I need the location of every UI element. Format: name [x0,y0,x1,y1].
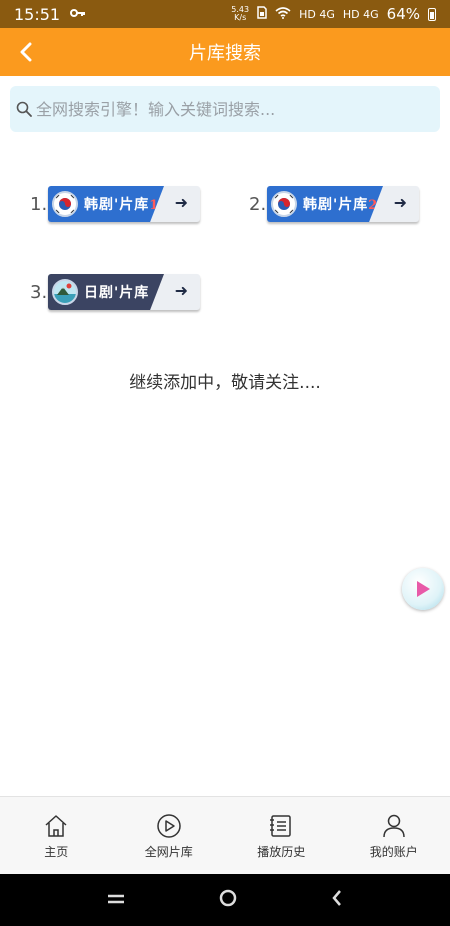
library-item-1: 1. 韩剧'片库1 ➜ [30,186,200,222]
page-title: 片库搜索 [189,43,261,64]
library-label: 韩剧'片库2 [303,197,379,213]
library-button-korean-1[interactable]: 韩剧'片库1 ➜ [48,186,200,222]
nav-label: 播放历史 [257,845,306,859]
signal-1: HD 4G [299,7,335,21]
korea-flag-icon [271,191,297,217]
recents-button[interactable] [106,891,126,910]
system-nav-bar [0,874,450,926]
nav-item-all-library[interactable]: 全网片库 [113,797,226,874]
battery-icon [428,7,436,21]
korea-flag-icon [52,191,78,217]
key-icon [70,7,86,21]
signal-2: HD 4G [342,7,379,21]
nav-label: 全网片库 [144,845,193,859]
app-bar: 片库搜索 [0,28,450,76]
sim-icon [257,6,267,22]
library-button-japanese[interactable]: 日剧'片库 ➜ [48,274,200,310]
nav-item-history[interactable]: 播放历史 [225,797,338,874]
home-system-button[interactable] [218,888,238,912]
library-badge: 1 [149,198,160,213]
japan-scenery-icon [52,279,78,305]
user-icon [383,814,405,838]
library-label: 日剧'片库 [84,285,150,301]
library-item-3: 3. 日剧'片库 ➜ [30,274,200,310]
arrow-right-icon: ➜ [174,193,188,212]
search-icon [16,101,32,117]
arrow-right-icon: ➜ [393,193,407,212]
history-list-icon [270,815,291,837]
recents-icon [108,894,124,903]
back-button[interactable] [12,38,40,66]
arrow-right-icon: ➜ [174,281,188,300]
play-icon [417,581,430,597]
library-index: 2. [249,193,267,215]
library-button-korean-2[interactable]: 韩剧'片库2 ➜ [267,186,419,222]
library-index: 1. [30,193,48,215]
search-input[interactable] [36,99,416,119]
net-speed: 5.43 K/s [231,5,250,22]
notice-text: 继续添加中，敬请关注.... [129,373,321,393]
status-bar: 15:51 5.43 K/s HD 4G HD 4G 64% [0,0,450,28]
bottom-nav: 主页 全网片库 播放历史 我的账户 [0,796,450,874]
library-index: 3. [30,281,48,303]
status-icons: 5.43 K/s HD 4G HD 4G 64% [231,5,436,23]
floating-play-button[interactable] [402,568,444,610]
chevron-left-icon [20,42,32,62]
home-icon [45,815,67,837]
nav-item-home[interactable]: 主页 [0,797,113,874]
library-badge: 2 [368,198,379,213]
library-label: 韩剧'片库1 [84,197,160,213]
home-circle-icon [219,889,237,907]
play-circle-icon [157,814,181,838]
nav-item-account[interactable]: 我的账户 [338,797,450,874]
battery-percent: 64% [386,5,420,23]
nav-label: 主页 [44,845,69,859]
back-chevron-icon [332,890,341,906]
back-system-button[interactable] [330,888,344,912]
wifi-icon [275,6,291,22]
status-time: 15:51 [14,4,61,24]
search-bar[interactable] [10,86,440,132]
library-item-2: 2. 韩剧'片库2 ➜ [249,186,419,222]
nav-label: 我的账户 [369,845,418,859]
